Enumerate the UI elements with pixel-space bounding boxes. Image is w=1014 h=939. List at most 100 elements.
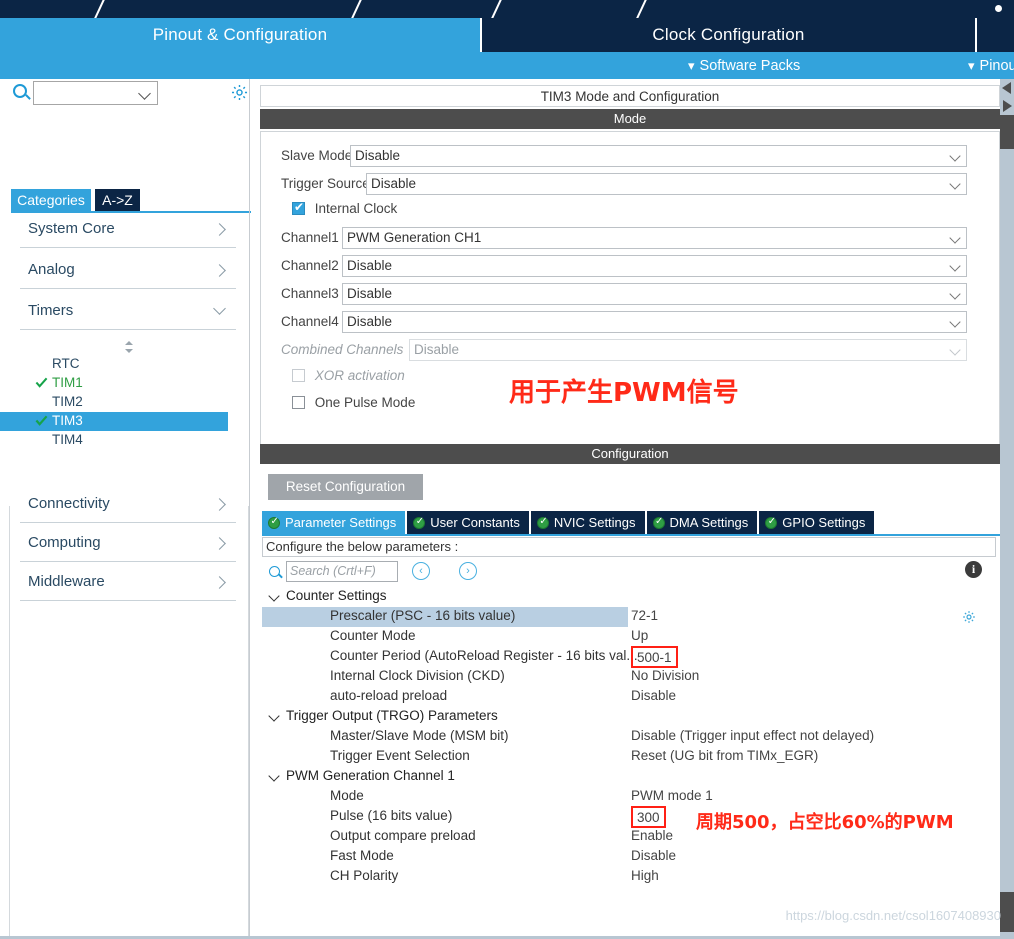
- sidebar-item-timers[interactable]: Timers: [0, 294, 256, 334]
- tree-group-pwm-generation-channel-1[interactable]: PWM Generation Channel 1: [262, 767, 998, 787]
- chevron-down-icon: [949, 260, 961, 272]
- tab-categories[interactable]: Categories: [11, 189, 91, 211]
- table-row[interactable]: Internal Clock Division (CKD) No Divisio…: [262, 667, 998, 687]
- param-value[interactable]: Disable: [631, 848, 676, 863]
- mode-section-header: Mode: [260, 109, 1000, 129]
- pinout-menu[interactable]: ▾ Pinout: [968, 52, 1014, 79]
- scroll-up-arrow-icon[interactable]: [1001, 81, 1013, 95]
- parameter-search-row: Search (Crtl+F) ‹ › i: [262, 557, 996, 587]
- gear-icon[interactable]: [962, 610, 976, 624]
- parameter-search-input[interactable]: Search (Crtl+F): [286, 561, 398, 582]
- tab-parameter-settings[interactable]: Parameter Settings: [262, 511, 406, 534]
- table-row[interactable]: Trigger Event Selection Reset (UG bit fr…: [262, 747, 998, 767]
- tab-clock-configuration[interactable]: Clock Configuration: [482, 18, 975, 52]
- channel4-value: Disable: [347, 314, 393, 329]
- tab-a-to-z[interactable]: A->Z: [95, 189, 140, 211]
- tab-gpio-settings[interactable]: GPIO Settings: [759, 511, 875, 534]
- table-row[interactable]: Mode PWM mode 1: [262, 787, 998, 807]
- param-value[interactable]: No Division: [631, 668, 699, 683]
- configuration-panel: TIM3 Mode and Configuration Mode Slave M…: [256, 79, 1014, 939]
- scroll-spinner-icon[interactable]: [120, 340, 138, 354]
- timer-list: RTC TIM1 TIM2 TIM3 TIM4: [0, 355, 256, 450]
- table-row[interactable]: CH Polarity High: [262, 867, 998, 887]
- param-value[interactable]: 72-1: [631, 608, 658, 623]
- trigger-source-select[interactable]: Disable: [366, 173, 967, 195]
- one-pulse-mode-label: One Pulse Mode: [314, 395, 416, 410]
- table-row[interactable]: Output compare preload Enable: [262, 827, 998, 847]
- tab-nvic-settings[interactable]: NVIC Settings: [530, 511, 645, 534]
- divider: [20, 288, 236, 289]
- table-row[interactable]: auto-reload preload Disable: [262, 687, 998, 707]
- table-row[interactable]: Fast Mode Disable: [262, 847, 998, 867]
- tab-pinout-configuration[interactable]: Pinout & Configuration: [0, 18, 480, 52]
- tab-label: User Constants: [430, 515, 520, 530]
- table-row[interactable]: Master/Slave Mode (MSM bit) Disable (Tri…: [262, 727, 998, 747]
- param-value[interactable]: PWM mode 1: [631, 788, 713, 803]
- one-pulse-mode-checkbox[interactable]: One Pulse Mode: [292, 394, 415, 410]
- reset-configuration-button[interactable]: Reset Configuration: [268, 474, 423, 500]
- table-row[interactable]: Counter Period (AutoReload Register - 16…: [262, 646, 998, 668]
- group-label: Counter Settings: [286, 588, 387, 603]
- param-key: auto-reload preload: [330, 688, 448, 703]
- sidebar-item-tim4[interactable]: TIM4: [0, 431, 256, 450]
- table-row[interactable]: Prescaler (PSC - 16 bits value): [262, 607, 628, 627]
- group-label: PWM Generation Channel 1: [286, 768, 455, 783]
- watermark-text: https://blog.csdn.net/csol1607408930: [785, 908, 1001, 923]
- check-circle-icon: [765, 515, 778, 529]
- param-value[interactable]: High: [631, 868, 659, 883]
- param-value[interactable]: 300: [631, 806, 666, 828]
- tree-group-counter-settings[interactable]: Counter Settings: [262, 587, 998, 607]
- pinout-label: Pinout: [979, 58, 1014, 74]
- chevron-right-icon: [213, 223, 226, 236]
- sidebar-empty-area: [9, 506, 249, 939]
- channel2-select[interactable]: Disable: [342, 255, 967, 277]
- sidebar-search-combo[interactable]: [33, 81, 158, 105]
- check-icon: [35, 414, 48, 427]
- scroll-down-arrow-icon[interactable]: [1001, 99, 1013, 113]
- sidebar-search-row: [0, 79, 256, 107]
- chevron-down-icon: [949, 150, 961, 162]
- table-row[interactable]: Counter Mode Up: [262, 627, 998, 647]
- category-label: Analog: [28, 261, 75, 278]
- sidebar-item-tim3[interactable]: TIM3: [0, 412, 228, 431]
- scrollbar-thumb-lower[interactable]: [1000, 892, 1014, 932]
- channel3-select[interactable]: Disable: [342, 283, 967, 305]
- slave-mode-select[interactable]: Disable: [350, 145, 967, 167]
- decorative-slash: [631, 0, 651, 18]
- param-value[interactable]: Disable (Trigger input effect not delaye…: [631, 728, 874, 743]
- tree-group-trigger-output[interactable]: Trigger Output (TRGO) Parameters: [262, 707, 998, 727]
- gear-icon[interactable]: [230, 83, 249, 102]
- param-value[interactable]: Disable: [631, 688, 676, 703]
- table-row[interactable]: Pulse (16 bits value) 300 周期500，占空比60%的P…: [262, 806, 998, 833]
- param-value[interactable]: 500-1: [631, 646, 678, 668]
- info-icon[interactable]: i: [965, 561, 982, 578]
- configure-note: Configure the below parameters :: [262, 537, 996, 557]
- tab-dma-settings[interactable]: DMA Settings: [646, 511, 758, 534]
- sidebar-item-system-core[interactable]: System Core: [0, 212, 256, 252]
- search-next-button[interactable]: ›: [459, 562, 477, 580]
- tab-label: NVIC Settings: [553, 515, 636, 530]
- tab-user-constants[interactable]: User Constants: [407, 511, 529, 534]
- sidebar-item-analog[interactable]: Analog: [0, 253, 256, 293]
- app-title-strip: [0, 0, 1014, 18]
- tab-project-manager[interactable]: [977, 18, 1014, 52]
- internal-clock-checkbox[interactable]: Internal Clock: [292, 200, 397, 216]
- param-value[interactable]: Enable: [631, 828, 673, 843]
- param-value[interactable]: Reset (UG bit from TIMx_EGR): [631, 748, 818, 763]
- group-label: Trigger Output (TRGO) Parameters: [286, 708, 498, 723]
- sidebar-item-tim2[interactable]: TIM2: [0, 393, 256, 412]
- software-packs-menu[interactable]: ▾ Software Packs: [688, 52, 800, 79]
- param-key: Mode: [330, 788, 364, 803]
- search-prev-button[interactable]: ‹: [412, 562, 430, 580]
- checkbox-icon: [292, 200, 305, 215]
- search-icon: [269, 566, 280, 577]
- check-circle-icon: [268, 515, 280, 529]
- sidebar-item-rtc[interactable]: RTC: [0, 355, 256, 374]
- xor-activation-checkbox: XOR activation: [292, 367, 405, 383]
- channel4-select[interactable]: Disable: [342, 311, 967, 333]
- channel1-select[interactable]: PWM Generation CH1: [342, 227, 967, 249]
- scrollbar-thumb[interactable]: [1000, 115, 1014, 149]
- param-value[interactable]: Up: [631, 628, 648, 643]
- sidebar-item-tim1[interactable]: TIM1: [0, 374, 256, 393]
- vertical-scrollbar[interactable]: [1000, 79, 1014, 939]
